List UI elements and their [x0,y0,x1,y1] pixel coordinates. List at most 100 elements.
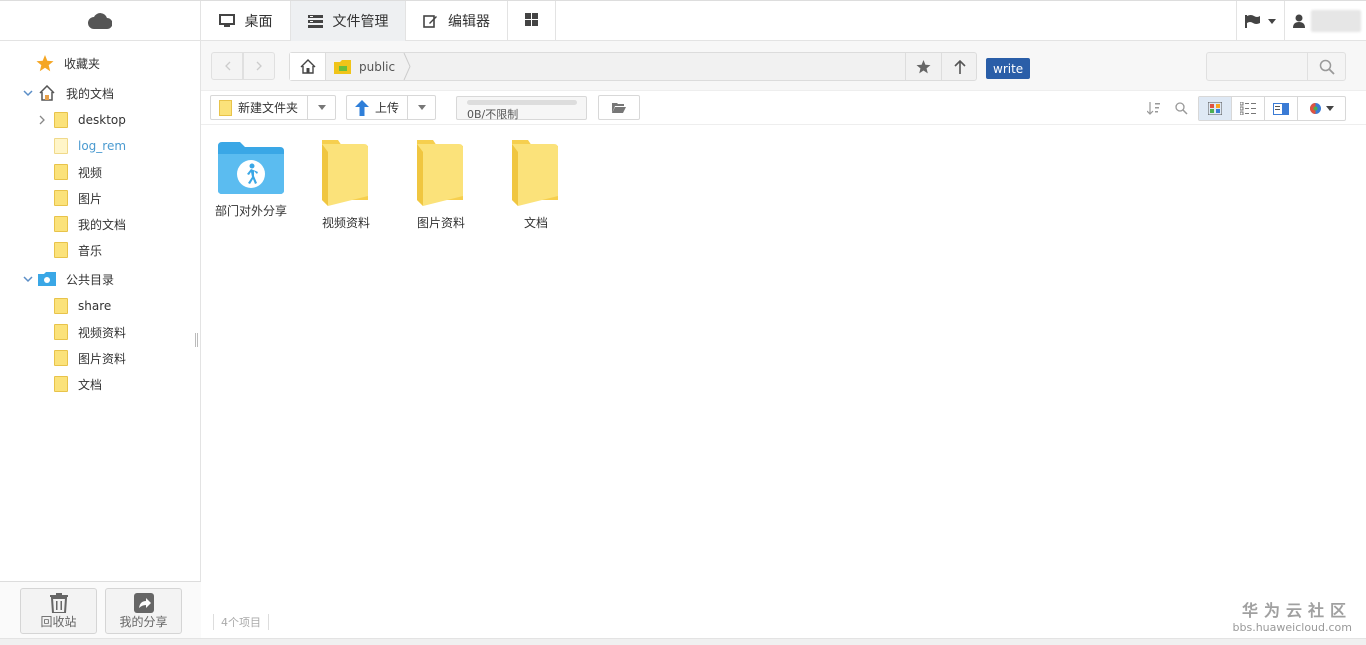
breadcrumb-public[interactable]: public [334,53,411,80]
public-folder-icon [334,59,351,74]
my-share-button[interactable]: 我的分享 [105,588,182,634]
sort-icon[interactable] [1146,100,1162,116]
permission-badge: write [986,58,1031,79]
upload-arrow-icon [355,99,369,116]
search-box [1206,52,1346,81]
language-menu[interactable] [1236,1,1284,41]
sidebar-item-label: 我的文档 [78,217,127,232]
flag-icon [1245,14,1260,28]
trash-icon [49,592,68,613]
home-icon [300,59,315,74]
file-name: 图片资料 [416,216,465,230]
sidebar-item-log-rem[interactable]: log_rem [54,133,126,159]
open-folder-button[interactable] [598,95,640,120]
add-favorite-button[interactable] [905,53,941,80]
username-redacted [1311,10,1361,32]
sidebar-item-label: log_rem [78,139,127,153]
chevron-down-icon [1325,106,1334,111]
file-name: 部门对外分享 [214,204,287,218]
tab-desktop-label: 桌面 [244,14,273,30]
sidebar-item-label: share [78,299,112,313]
breadcrumb-home[interactable] [290,53,326,80]
chevron-left-icon [224,61,230,71]
chevron-down-icon[interactable] [22,275,34,283]
sidebar-item-share[interactable]: share [54,293,111,319]
file-item[interactable]: 视频资料 [301,138,391,233]
upload-dropdown[interactable] [407,96,435,119]
folder-icon [54,298,68,314]
public-folder-icon [38,272,56,286]
theme-menu-button[interactable] [1298,97,1344,120]
sidebar-item-video-material[interactable]: 视频资料 [54,319,126,345]
chevron-right-icon [256,61,262,71]
sidebar-item-documents[interactable]: 我的文档 [54,211,126,237]
tab-editor[interactable]: 编辑器 [406,1,508,41]
search-button[interactable] [1307,53,1345,80]
user-menu[interactable] [1284,1,1366,41]
sidebar-item-video[interactable]: 视频 [54,159,102,185]
theme-icon [1309,103,1321,114]
file-name: 文档 [523,216,548,230]
file-name: 视频资料 [321,216,370,230]
folder-icon [54,164,68,180]
cloud-icon [88,13,112,29]
search-input[interactable] [1207,53,1307,80]
sidebar-item-music[interactable]: 音乐 [54,237,102,263]
chevron-down-icon[interactable] [22,89,34,97]
shared-folder-icon [218,142,284,194]
recycle-bin-button[interactable]: 回收站 [20,588,97,634]
split-view-button[interactable] [1265,97,1298,120]
new-folder-dropdown[interactable] [307,96,335,119]
folder-icon [219,99,232,116]
chevron-right-icon[interactable] [36,115,48,125]
file-item[interactable]: 部门对外分享 [206,138,296,233]
view-mode-group [1198,96,1346,121]
sidebar-item-label: 我的文档 [66,86,115,101]
folder-icon [54,190,68,206]
sidebar-item-label: 图片资料 [78,351,127,366]
list-view-button[interactable] [1232,97,1265,120]
icon-view-icon [1208,102,1222,115]
sidebar-item-label: 收藏夹 [64,56,101,71]
upload-label: 上传 [375,101,400,115]
sidebar-item-docs[interactable]: 文档 [54,371,102,397]
folder-open-icon [612,103,626,113]
tab-apps[interactable] [508,1,556,41]
tab-file-manager[interactable]: 文件管理 [291,1,406,41]
new-folder-button[interactable]: 新建文件夹 [210,95,336,120]
share-icon [133,592,154,613]
item-count: 4个项目 [213,614,269,630]
quota-text: 0B/不限制 [467,108,519,121]
zoom-icon[interactable] [1173,100,1189,116]
top-nav-bar: 桌面 文件管理 编辑器 [0,0,1366,41]
chevron-down-icon [417,105,426,110]
sidebar-item-picture-material[interactable]: 图片资料 [54,345,126,371]
sidebar-resize-handle[interactable] [195,333,198,347]
back-button[interactable] [211,52,243,80]
sidebar-item-my-docs[interactable]: 我的文档 [22,80,114,106]
sidebar-item-pictures[interactable]: 图片 [54,185,102,211]
cloud-logo[interactable] [0,1,201,41]
file-item[interactable]: 图片资料 [396,138,486,233]
watermark: 华为云社区 bbs.huaweicloud.com [1233,597,1352,634]
sidebar-item-label: desktop [78,113,126,127]
file-manager-icon [307,14,323,28]
icon-view-button[interactable] [1199,97,1232,120]
sidebar-item-desktop[interactable]: desktop [36,107,126,133]
tab-desktop[interactable]: 桌面 [201,1,291,41]
user-icon [1293,14,1305,28]
monitor-icon [218,14,235,28]
file-item[interactable]: 文档 [491,138,581,233]
status-bar: 4个项目 华为云社区 bbs.huaweicloud.com [201,601,1366,638]
folder-icon [54,376,68,392]
upload-button[interactable]: 上传 [346,95,436,120]
parent-folder-button[interactable] [941,53,977,80]
chevron-right-icon [403,53,411,80]
forward-button[interactable] [243,52,275,80]
tab-file-manager-label: 文件管理 [332,14,389,30]
sidebar-item-favorites[interactable]: 收藏夹 [36,50,100,76]
edit-icon [423,14,438,28]
sidebar-footer: 回收站 我的分享 [0,581,201,645]
sidebar-item-public-dir[interactable]: 公共目录 [22,266,114,292]
breadcrumb: public [289,52,977,81]
